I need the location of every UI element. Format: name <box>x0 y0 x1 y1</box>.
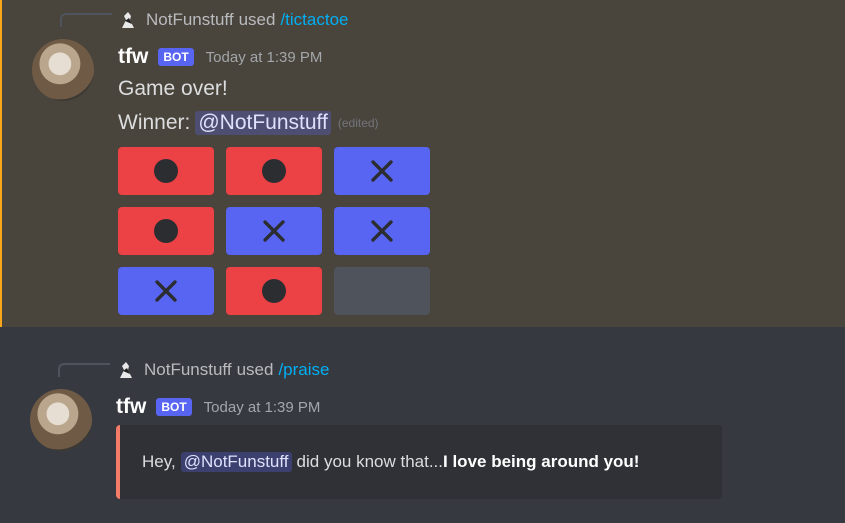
tictactoe-board <box>118 147 430 315</box>
message-tictactoe: NotFunstuff used /tictactoe tfw BOT Toda… <box>0 0 845 327</box>
message-timestamp[interactable]: Today at 1:39 PM <box>206 49 323 66</box>
reply-command[interactable]: /tictactoe <box>280 10 348 30</box>
user-mini-avatar-icon[interactable] <box>116 360 136 380</box>
bot-tag-badge: BOT <box>158 48 194 66</box>
x-icon <box>261 218 287 244</box>
winner-label: Winner: <box>118 111 191 134</box>
command-reply-line[interactable]: NotFunstuff used /praise <box>116 359 329 381</box>
game-over-text: Game over! <box>118 77 228 100</box>
board-cell-4[interactable] <box>118 207 214 255</box>
board-cell-9[interactable] <box>334 267 430 315</box>
bot-avatar[interactable] <box>30 389 92 451</box>
x-icon <box>369 218 395 244</box>
bot-tag-badge: BOT <box>156 398 192 416</box>
message-line-winner: Winner: @NotFunstuff (edited) <box>118 109 379 137</box>
reply-connector <box>58 363 110 377</box>
bot-avatar[interactable] <box>32 39 94 101</box>
user-mini-avatar-icon[interactable] <box>118 10 138 30</box>
board-cell-2[interactable] <box>226 147 322 195</box>
circle-icon <box>153 218 179 244</box>
reply-username[interactable]: NotFunstuff <box>144 360 232 380</box>
circle-icon <box>153 158 179 184</box>
author-row: tfw BOT Today at 1:39 PM <box>118 43 322 71</box>
board-cell-7[interactable] <box>118 267 214 315</box>
embed-prefix: Hey, <box>142 452 176 471</box>
message-praise: NotFunstuff used /praise tfw BOT Today a… <box>0 327 845 523</box>
embed-middle-text: did you know that... <box>296 452 444 471</box>
message-timestamp[interactable]: Today at 1:39 PM <box>204 399 321 416</box>
board-cell-5[interactable] <box>226 207 322 255</box>
board-cell-3[interactable] <box>334 147 430 195</box>
embed-mention[interactable]: @NotFunstuff <box>180 452 292 472</box>
x-icon <box>153 278 179 304</box>
reply-used-text: used <box>238 10 276 29</box>
reply-username[interactable]: NotFunstuff <box>146 10 234 30</box>
winner-mention[interactable]: @NotFunstuff <box>195 111 331 135</box>
command-reply-line[interactable]: NotFunstuff used /tictactoe <box>118 9 349 31</box>
circle-icon <box>261 278 287 304</box>
board-cell-8[interactable] <box>226 267 322 315</box>
circle-icon <box>261 158 287 184</box>
reply-used-text: used <box>236 360 274 379</box>
bot-username[interactable]: tfw <box>118 45 148 69</box>
message-line-game-over: Game over! <box>118 75 228 103</box>
board-cell-6[interactable] <box>334 207 430 255</box>
reply-connector <box>60 13 112 27</box>
author-row: tfw BOT Today at 1:39 PM <box>116 393 320 421</box>
reply-command[interactable]: /praise <box>278 360 329 380</box>
praise-embed: Hey, @NotFunstuff did you know that... I… <box>116 425 722 499</box>
edited-label: (edited) <box>337 116 379 130</box>
bot-username[interactable]: tfw <box>116 395 146 419</box>
embed-bold-text: I love being around you! <box>443 452 640 471</box>
x-icon <box>369 158 395 184</box>
board-cell-1[interactable] <box>118 147 214 195</box>
